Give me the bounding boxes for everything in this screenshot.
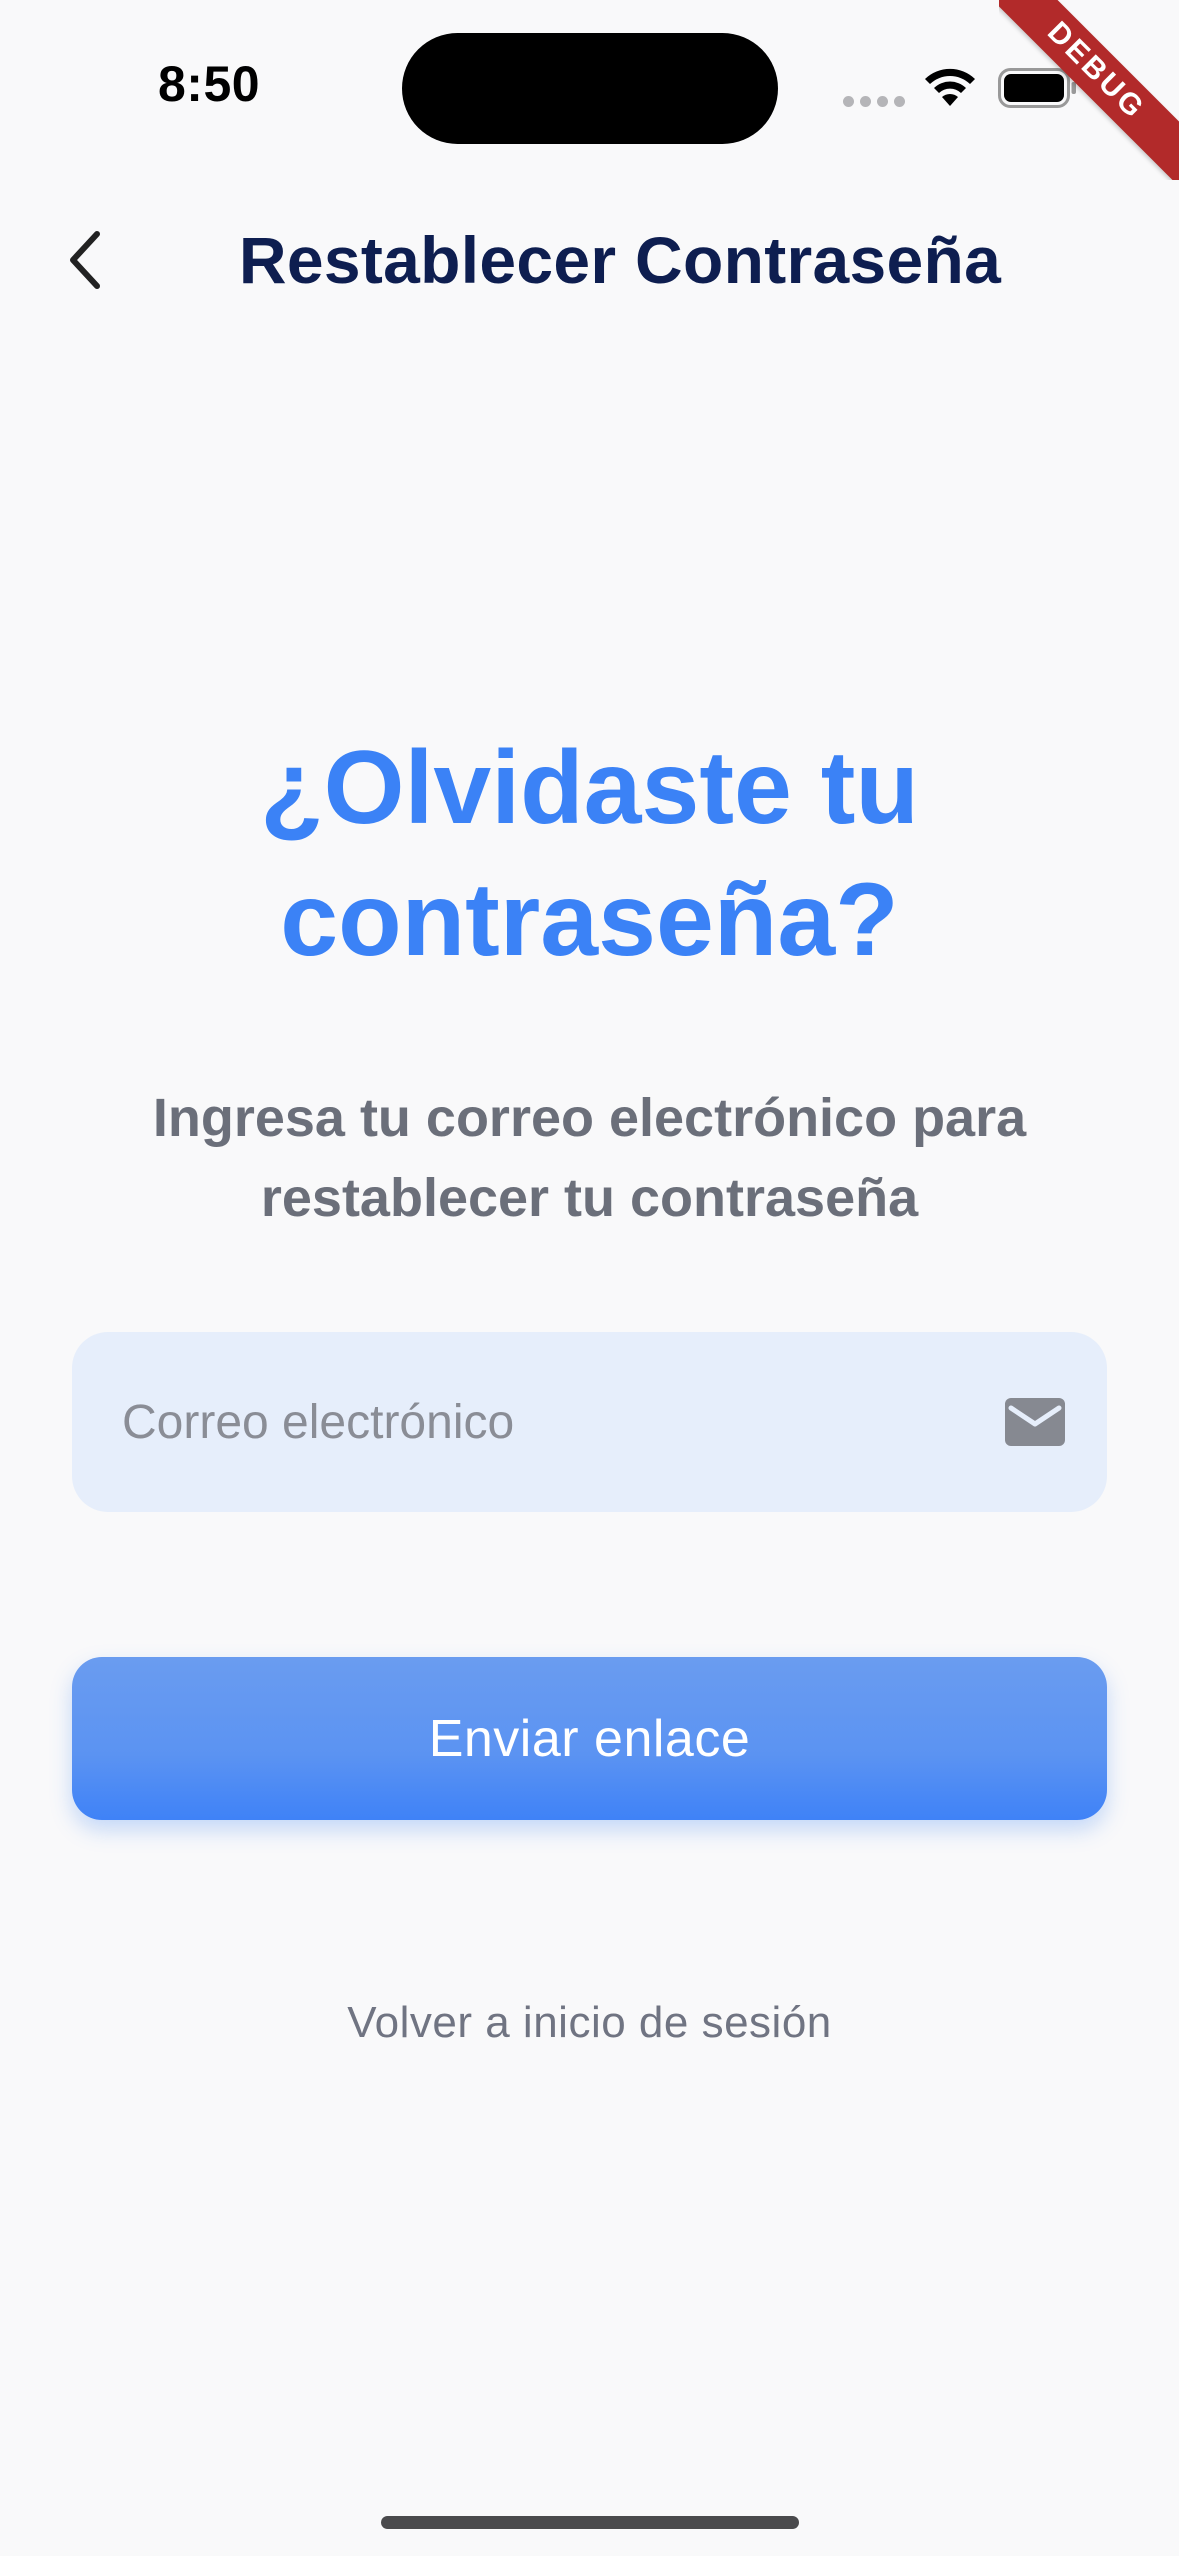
home-indicator — [381, 2516, 799, 2529]
send-link-button[interactable]: Enviar enlace — [72, 1657, 1107, 1820]
mail-icon — [1005, 1398, 1065, 1446]
cellular-dots-icon — [843, 96, 905, 107]
chevron-left-icon — [70, 231, 100, 289]
dynamic-island — [402, 33, 778, 144]
email-input[interactable] — [120, 1393, 1003, 1451]
wifi-icon — [925, 68, 975, 106]
debug-banner-label: DEBUG — [999, 0, 1179, 180]
status-time: 8:50 — [158, 56, 261, 112]
subtitle: Ingresa tu correo electrónico para resta… — [152, 1088, 1027, 1228]
back-to-login-link[interactable]: Volver a inicio de sesión — [0, 1998, 1179, 2048]
debug-banner: DEBUG — [999, 0, 1179, 180]
back-button[interactable] — [50, 220, 120, 300]
headline: ¿Olvidaste tu contraseña? — [260, 730, 919, 978]
email-field[interactable] — [72, 1332, 1107, 1512]
page-title: Restablecer Contraseña — [238, 223, 1002, 297]
